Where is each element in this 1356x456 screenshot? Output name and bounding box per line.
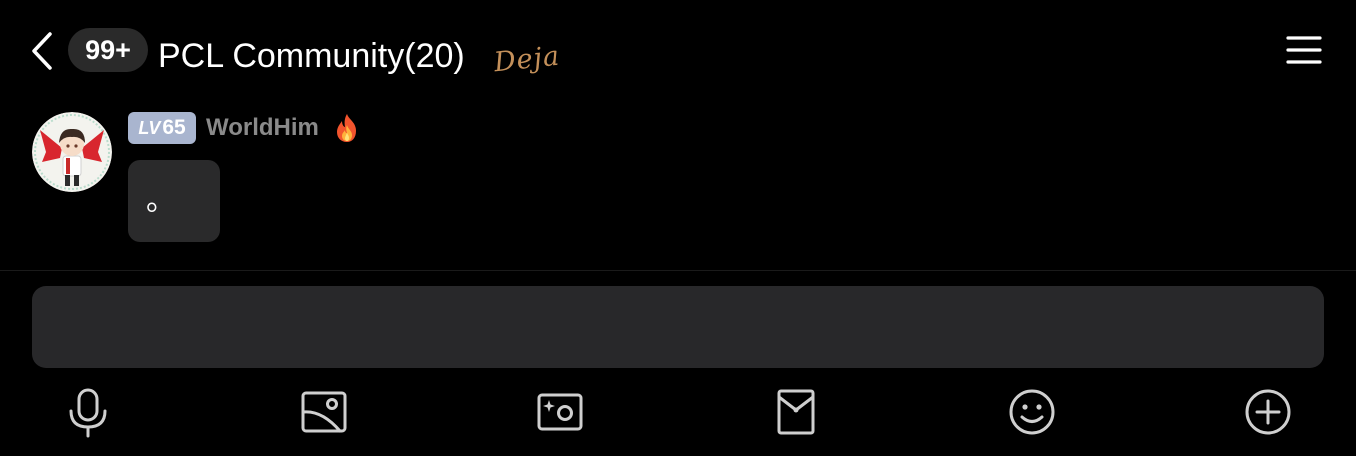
emoji-button[interactable] — [1006, 386, 1058, 438]
message-text: 。 — [146, 183, 176, 218]
level-number: 65 — [162, 116, 186, 139]
avatar[interactable] — [32, 112, 112, 192]
red-packet-button[interactable] — [770, 386, 822, 438]
avatar-image — [32, 112, 112, 192]
plus-circle-icon — [1245, 389, 1291, 435]
more-button[interactable] — [1242, 386, 1294, 438]
chat-header: 99+ PCL Community(20) Deja — [0, 0, 1356, 100]
message-input[interactable] — [32, 286, 1324, 368]
message-bubble[interactable]: 。 — [128, 160, 220, 242]
camera-button[interactable] — [534, 386, 586, 438]
user-level-badge: LV65 — [128, 112, 196, 144]
image-button[interactable] — [298, 386, 350, 438]
back-button[interactable] — [26, 28, 60, 74]
sender-name[interactable]: WorldHim — [206, 112, 319, 144]
unread-count-badge[interactable]: 99+ — [68, 28, 148, 72]
hamburger-menu-icon — [1286, 36, 1322, 64]
title-decoration-logo: Deja — [492, 40, 562, 79]
chevron-left-icon — [32, 32, 52, 70]
fire-icon — [332, 112, 362, 144]
smiley-icon — [1009, 389, 1055, 435]
input-toolbar — [0, 380, 1356, 444]
image-icon — [301, 391, 347, 433]
menu-button[interactable] — [1284, 34, 1324, 66]
camera-icon — [537, 393, 583, 431]
voice-button[interactable] — [62, 386, 114, 438]
red-packet-icon — [777, 389, 815, 435]
microphone-icon — [69, 388, 107, 438]
chat-title: PCL Community(20) — [158, 37, 465, 75]
level-prefix: LV — [138, 118, 161, 138]
divider — [0, 270, 1356, 271]
message-row: LV65 WorldHim 。 — [0, 100, 1356, 270]
